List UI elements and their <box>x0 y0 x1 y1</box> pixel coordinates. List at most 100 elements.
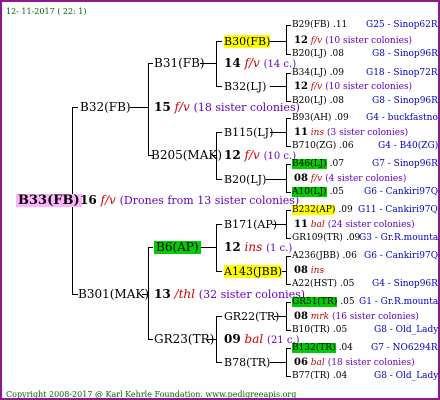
footer-copyright: Copyright 2008-2017 @ Karl Kehrle Founda… <box>6 390 297 399</box>
gen3-info-2: 11 ins (3 sister colonies) <box>294 126 408 140</box>
gen4-queen[interactable]: A236(JBB) <box>292 251 340 261</box>
gen1-note: (18 sister colonies) <box>193 101 300 114</box>
gen4-queen[interactable]: B10(TR) <box>292 325 330 335</box>
gen4-year: .09 <box>338 205 353 215</box>
gen4-row: B46(LJ) .07 G7 - Sinop96R <box>292 158 438 171</box>
gen3-queen-3[interactable]: B20(LJ) <box>224 173 266 186</box>
gen3-queen-1[interactable]: B32(LJ) <box>224 80 266 93</box>
gen4-year: .05 <box>332 325 348 335</box>
gen4-row: B232(AP) .09 G11 - Cankiri97Q <box>292 204 438 217</box>
gen3-info-3: 08 f/v (4 sister colonies) <box>294 173 407 184</box>
gen4-queen[interactable]: B710(ZG) <box>292 141 336 151</box>
gen2-queen-1[interactable]: B205(MAK) <box>151 149 222 162</box>
connector <box>72 107 78 108</box>
gen3-queen-2[interactable]: B115(LJ) <box>224 126 273 139</box>
gen2-num: 12 <box>224 240 241 254</box>
gen4-breed: G4 - B40(ZG) <box>378 141 439 151</box>
root-num: 16 <box>80 193 97 207</box>
gen4-queen[interactable]: GR109(TR) <box>292 233 343 243</box>
connector <box>286 238 291 239</box>
gen2-suffix: f/v <box>244 148 260 162</box>
gen3-queen-6[interactable]: GR22(TR) <box>224 310 279 323</box>
gen3-queen-5[interactable]: A143(JBB) <box>224 265 283 278</box>
gen4-year: .06 <box>342 251 357 261</box>
gen4-queen[interactable]: B132(TR) <box>292 343 336 353</box>
gen2-num: 14 <box>224 56 241 70</box>
gen4-year: .05 <box>329 187 344 197</box>
gen4-queen[interactable]: B46(LJ) <box>292 159 327 169</box>
connector <box>216 224 222 225</box>
header-timestamp: 12- 11-2017 ( 22: 1) <box>6 7 87 16</box>
gen4-row: A22(HST) .05 G4 - Sinop96R <box>292 278 438 291</box>
gen4-row: B710(ZG) .06 G4 - B40(ZG) <box>292 140 438 153</box>
gen4-year: .05 <box>340 279 355 289</box>
gen3-num: 08 <box>294 265 308 276</box>
gen4-year: .08 <box>329 49 345 59</box>
gen4-breed: G4 - buckfastno <box>366 113 438 123</box>
connector <box>286 146 291 147</box>
gen4-queen[interactable]: GR51(TR) <box>292 297 338 307</box>
gen2-info-2: 12 ins (1 c.) <box>224 241 292 255</box>
gen1-info-1: 13 /thl (32 sister colonies) <box>154 287 306 302</box>
gen1-suffix: f/v <box>174 100 190 114</box>
gen3-note: (18 sister colonies) <box>327 358 415 368</box>
connector <box>266 179 287 180</box>
gen4-breed: G8 - Old_Lady <box>374 371 439 381</box>
gen2-suffix: f/v <box>244 56 260 70</box>
connector <box>148 63 149 155</box>
root-queen[interactable]: B33(FB) <box>16 194 82 207</box>
gen1-queen-1[interactable]: B301(MAK) <box>78 288 149 301</box>
gen4-year: .06 <box>339 141 354 151</box>
gen4-row: GR109(TR) .09 G3 - Gr.R.mounta <box>292 232 438 245</box>
gen4-queen[interactable]: B232(AP) <box>292 205 336 215</box>
gen4-queen[interactable]: B20(LJ) <box>292 96 327 106</box>
gen1-num: 13 <box>154 287 171 301</box>
gen4-year: .07 <box>329 159 345 169</box>
connector <box>286 256 291 257</box>
connector <box>286 284 291 285</box>
gen4-year: .04 <box>332 371 348 381</box>
gen4-row: GR51(TR) .05 G1 - Gr.R.mounta <box>292 296 438 309</box>
gen4-queen[interactable]: A10(LJ) <box>292 187 327 197</box>
gen4-year: .09 <box>334 113 349 123</box>
gen2-queen-3[interactable]: GR23(TR) <box>154 333 214 346</box>
gen4-breed: G25 - Sinop62R <box>366 20 438 30</box>
gen4-breed: G7 - Sinop96R <box>372 159 438 169</box>
gen4-year: .11 <box>332 20 348 30</box>
gen4-queen[interactable]: B93(AH) <box>292 113 331 123</box>
gen3-note: (3 sister colonies) <box>326 128 409 138</box>
gen3-queen-7[interactable]: B78(TR) <box>224 356 270 369</box>
gen2-info-3: 09 bal (21 c.) <box>224 333 300 347</box>
gen4-queen[interactable]: B20(LJ) <box>292 49 327 59</box>
gen4-breed: G6 - Cankiri97Q <box>364 187 439 197</box>
gen3-queen-4[interactable]: B171(AP) <box>224 218 277 231</box>
gen4-year: .09 <box>329 68 345 78</box>
gen4-queen[interactable]: B29(FB) <box>292 20 330 30</box>
gen4-breed: G1 - Gr.R.mounta <box>359 297 439 307</box>
gen3-queen-0[interactable]: B30(FB) <box>224 35 271 48</box>
connector <box>286 73 287 101</box>
gen4-row: B93(AH) .09 G4 - buckfastno <box>292 112 438 125</box>
gen3-num: 11 <box>294 219 308 230</box>
gen4-breed: G8 - Old_Lady <box>374 325 439 335</box>
gen4-row: B34(LJ) .09 G18 - Sinop72R <box>292 67 438 80</box>
gen4-queen[interactable]: B77(TR) <box>292 371 330 381</box>
connector <box>216 132 222 133</box>
gen4-queen[interactable]: B34(LJ) <box>292 68 327 78</box>
gen3-suffix: mrk <box>310 312 330 322</box>
gen1-note: (32 sister colonies) <box>198 288 306 301</box>
connector <box>216 271 222 272</box>
gen4-queen[interactable]: A22(HST) <box>292 279 337 289</box>
gen3-note: (24 sister colonies) <box>327 220 415 230</box>
connector <box>216 179 222 180</box>
gen2-num: 12 <box>224 148 241 162</box>
root-note: (Drones from 13 sister colonies) <box>119 194 300 207</box>
gen1-queen-0[interactable]: B32(FB) <box>80 101 131 114</box>
gen4-row: A10(LJ) .05 G6 - Cankiri97Q <box>292 186 438 199</box>
gen3-info-0: 12 f/v (10 sister colonies) <box>294 34 412 48</box>
pedigree-frame: 12- 11-2017 ( 22: 1) Copyright 2008-2017… <box>0 0 440 400</box>
connector <box>286 210 291 211</box>
gen3-num: 11 <box>294 127 308 138</box>
gen2-queen-2[interactable]: B6(AP) <box>154 241 201 254</box>
gen2-queen-0[interactable]: B31(FB) <box>154 57 205 70</box>
